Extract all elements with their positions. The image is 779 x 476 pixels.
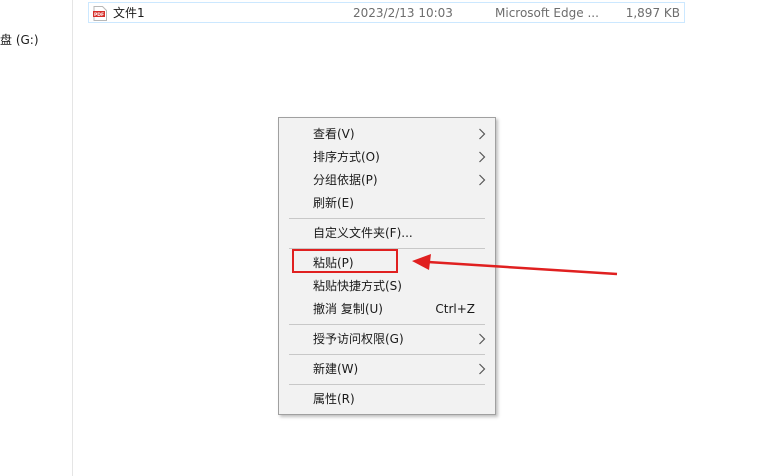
menu-item-label: 自定义文件夹(F)... [313, 226, 413, 240]
menu-item-group-by[interactable]: 分组依据(P) [279, 169, 495, 191]
menu-item-customize-folder[interactable]: 自定义文件夹(F)... [279, 222, 495, 244]
menu-item-new[interactable]: 新建(W) [279, 358, 495, 380]
file-date-modified: 2023/2/13 10:03 [353, 6, 453, 20]
chevron-right-icon [479, 128, 486, 140]
file-name: 文件1 [113, 6, 145, 20]
pdf-icon-text: PDF [94, 12, 104, 18]
menu-item-sort-by[interactable]: 排序方式(O) [279, 146, 495, 168]
menu-item-label: 粘贴快捷方式(S) [313, 279, 402, 293]
file-row[interactable]: PDF 文件1 2023/2/13 10:03 Microsoft Edge .… [88, 2, 685, 23]
chevron-right-icon [479, 363, 486, 375]
menu-item-paste-shortcut[interactable]: 粘贴快捷方式(S) [279, 275, 495, 297]
file-size: 1,897 KB [625, 6, 680, 20]
menu-item-label: 分组依据(P) [313, 173, 378, 187]
chevron-right-icon [479, 151, 486, 163]
menu-separator [289, 218, 485, 219]
menu-separator [289, 324, 485, 325]
menu-item-label: 查看(V) [313, 127, 355, 141]
menu-item-properties[interactable]: 属性(R) [279, 388, 495, 410]
nav-item-drive-g-label: 盘 (G:) [0, 33, 39, 47]
menu-separator [289, 354, 485, 355]
menu-item-label: 刷新(E) [313, 196, 354, 210]
menu-item-undo-copy[interactable]: 撤消 复制(U) Ctrl+Z [279, 298, 495, 320]
menu-item-label: 排序方式(O) [313, 150, 380, 164]
chevron-right-icon [479, 333, 486, 345]
navigation-pane: 盘 (G:) [0, 0, 73, 476]
pdf-file-icon: PDF [93, 6, 107, 21]
menu-item-label: 授予访问权限(G) [313, 332, 404, 346]
menu-item-label: 撤消 复制(U) [313, 302, 383, 316]
annotation-highlight-box [292, 249, 398, 273]
menu-item-label: 属性(R) [313, 392, 355, 406]
menu-item-refresh[interactable]: 刷新(E) [279, 192, 495, 214]
menu-separator [289, 384, 485, 385]
menu-item-label: 新建(W) [313, 362, 359, 376]
nav-item-drive-g[interactable]: 盘 (G:) [0, 31, 39, 49]
file-type: Microsoft Edge ... [495, 6, 599, 20]
menu-item-give-access[interactable]: 授予访问权限(G) [279, 328, 495, 350]
menu-item-shortcut: Ctrl+Z [435, 302, 475, 316]
chevron-right-icon [479, 174, 486, 186]
menu-item-view[interactable]: 查看(V) [279, 123, 495, 145]
